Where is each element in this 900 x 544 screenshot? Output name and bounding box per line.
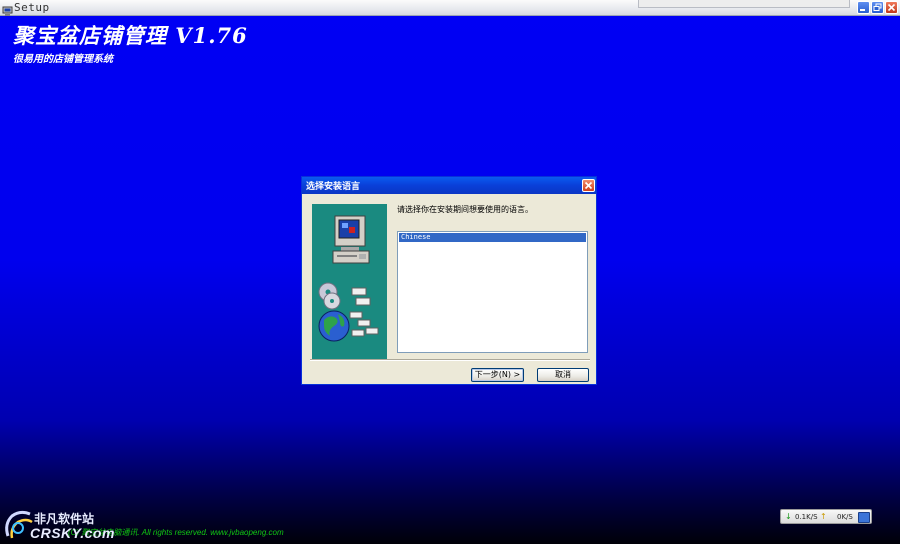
restore-icon[interactable]	[871, 1, 884, 14]
network-icon[interactable]	[858, 512, 870, 523]
window-title: Setup	[14, 1, 50, 14]
language-prompt: 请选择你在安装期间想要使用的语言。	[397, 205, 533, 214]
language-listbox[interactable]: Chinese	[397, 231, 588, 353]
watermark-en: CRSKY.com	[30, 525, 115, 541]
dialog-separator	[310, 359, 590, 361]
title-bar-blank-field	[638, 0, 850, 8]
download-speed: 0.1K/S	[795, 513, 818, 521]
cancel-button[interactable]: 取消	[537, 368, 589, 382]
close-icon[interactable]	[885, 1, 898, 14]
dialog-close-icon[interactable]	[582, 179, 595, 192]
setup-app-icon	[2, 2, 13, 16]
side-panel-strip	[312, 361, 387, 366]
dialog-title: 选择安装语言	[306, 182, 361, 192]
dialog-title-bar[interactable]: 选择安装语言	[302, 177, 596, 194]
computer-icon	[332, 215, 370, 264]
download-arrow-icon: ↓	[785, 512, 792, 521]
network-speed-widget[interactable]: ↓ 0.1K/S ↑ 0K/S	[780, 509, 872, 524]
language-dialog: 选择安装语言 请选择你在安装期间想要使用的语言。 Chinese 下一步(N) …	[301, 176, 597, 385]
next-button[interactable]: 下一步(N) >	[471, 368, 524, 382]
app-subtitle: 很易用的店铺管理系统	[13, 54, 113, 65]
minimize-icon[interactable]	[857, 1, 870, 14]
list-item-chinese[interactable]: Chinese	[399, 233, 586, 242]
watermark-logo: 非凡软件站 CRSKY.com	[0, 506, 114, 544]
app-title: 聚宝盆店铺管理 V1.76	[13, 23, 248, 48]
upload-speed: 0K/S	[837, 513, 853, 521]
globe-icon	[318, 310, 379, 342]
upload-arrow-icon: ↑	[820, 512, 827, 521]
window-title-bar[interactable]: Setup	[0, 0, 900, 16]
setup-side-panel	[312, 204, 387, 366]
